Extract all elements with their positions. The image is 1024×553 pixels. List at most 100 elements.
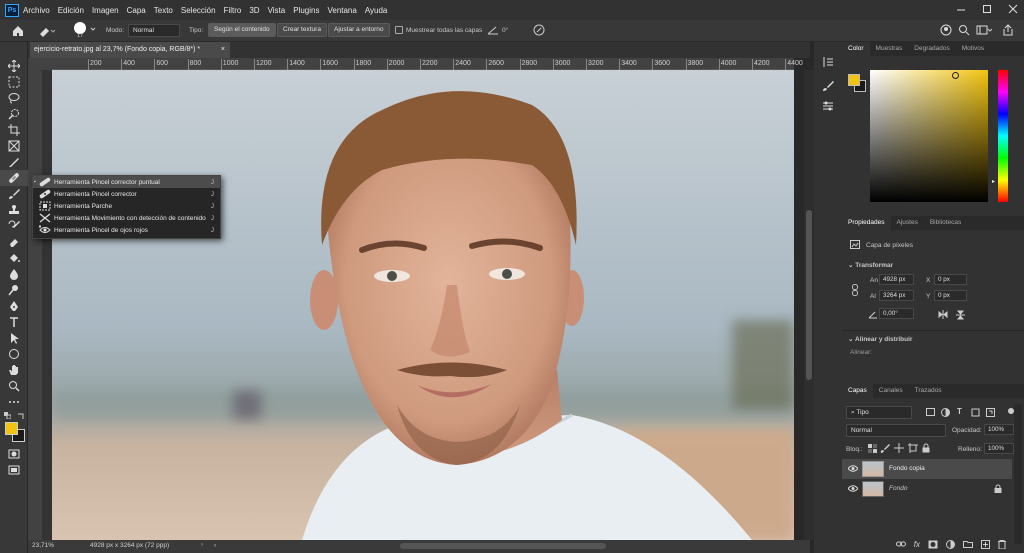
menu-filtro[interactable]: Filtro — [224, 6, 242, 15]
search-icon[interactable] — [958, 24, 970, 36]
create-texture-button[interactable]: Crear textura — [277, 23, 327, 37]
tab-paths[interactable]: Trazados — [909, 384, 948, 398]
hue-slider-marker-icon[interactable]: ▸ — [992, 178, 995, 185]
spot-healing-tool[interactable] — [0, 170, 28, 186]
close-button[interactable] — [1008, 3, 1018, 15]
document-tab[interactable]: ejercicio-retrato.jpg al 23,7% (Fondo co… — [30, 42, 230, 58]
spot-healing-tool-preset-icon[interactable] — [38, 24, 56, 38]
frame-tool[interactable] — [0, 138, 28, 154]
clone-stamp-tool[interactable] — [0, 202, 28, 218]
layer-name[interactable]: Fondo — [889, 485, 907, 492]
flyout-item[interactable]: ▪ Herramienta Pincel corrector puntual J — [33, 176, 220, 188]
flyout-item[interactable]: Herramienta Pincel de ojos rojos J — [33, 224, 220, 236]
menu-archivo[interactable]: Archivo — [23, 6, 50, 15]
dodge-tool[interactable] — [0, 282, 28, 298]
flyout-item[interactable]: Herramienta Parche J — [33, 200, 220, 212]
blur-tool[interactable] — [0, 266, 28, 282]
color-field[interactable] — [870, 70, 988, 202]
paint-bucket-tool[interactable] — [0, 250, 28, 266]
filter-shape-icon[interactable] — [971, 408, 980, 417]
menu-vista[interactable]: Vista — [268, 6, 286, 15]
tab-adjustments[interactable]: Ajustes — [891, 216, 924, 230]
flyout-item[interactable]: Herramienta Pincel corrector J — [33, 188, 220, 200]
content-aware-button[interactable]: Según el contenido — [208, 23, 276, 37]
tab-layers[interactable]: Capas — [842, 384, 873, 398]
layer-filter-select[interactable]: ⌕ Tipo — [846, 406, 912, 419]
visibility-eye-icon[interactable] — [848, 465, 858, 472]
layer-name[interactable]: Fondo copia — [889, 465, 925, 472]
quick-mask-button[interactable] — [0, 446, 28, 462]
minimize-button[interactable] — [956, 3, 966, 15]
lock-position-icon[interactable] — [894, 443, 904, 453]
hand-tool[interactable] — [0, 362, 28, 378]
add-mask-icon[interactable] — [928, 540, 938, 549]
horizontal-scroll-thumb[interactable] — [400, 543, 606, 549]
foreground-color-swatch[interactable] — [5, 422, 18, 435]
visibility-eye-icon[interactable] — [848, 485, 858, 492]
angle-field[interactable]: 0,00° — [879, 308, 914, 319]
marquee-tool[interactable] — [0, 74, 28, 90]
menu-seleccion[interactable]: Selección — [181, 6, 216, 15]
sample-all-layers-checkbox[interactable] — [395, 26, 403, 34]
proximity-match-button[interactable]: Ajustar a entorno — [328, 23, 390, 37]
crop-tool[interactable] — [0, 122, 28, 138]
lasso-tool[interactable] — [0, 90, 28, 106]
status-arrow-icon[interactable]: › — [201, 541, 203, 548]
menu-plugins[interactable]: Plugins — [293, 6, 319, 15]
fill-field[interactable]: 100% — [984, 443, 1014, 454]
layers-scrollbar[interactable] — [1014, 404, 1022, 544]
close-tab-icon[interactable]: × — [221, 42, 225, 58]
workspace-icon[interactable] — [976, 24, 992, 36]
menu-imagen[interactable]: Imagen — [92, 6, 119, 15]
y-field[interactable]: 0 px — [934, 290, 967, 301]
hue-slider[interactable] — [998, 70, 1008, 202]
vertical-scroll-thumb[interactable] — [806, 210, 812, 380]
menu-capa[interactable]: Capa — [127, 6, 146, 15]
pen-tool[interactable] — [0, 298, 28, 314]
tab-swatches[interactable]: Muestras — [870, 42, 909, 56]
account-icon[interactable] — [940, 24, 952, 36]
move-tool[interactable] — [0, 58, 28, 74]
flip-vertical-icon[interactable] — [956, 310, 965, 320]
image-canvas[interactable] — [52, 70, 794, 540]
menu-texto[interactable]: Texto — [154, 6, 173, 15]
eyedropper-tool[interactable] — [0, 154, 28, 170]
mode-select[interactable]: Normal — [128, 24, 180, 37]
brush-size-chevron-icon[interactable] — [90, 26, 96, 32]
menu-edicion[interactable]: Edición — [58, 6, 84, 15]
tab-patterns[interactable]: Motivos — [956, 42, 990, 56]
tab-color[interactable]: Color — [842, 42, 870, 56]
home-icon[interactable] — [12, 25, 24, 37]
delete-layer-icon[interactable] — [998, 539, 1006, 549]
history-brush-tool[interactable] — [0, 218, 28, 234]
height-field[interactable]: 3264 px — [879, 290, 914, 301]
filter-pixel-icon[interactable] — [926, 408, 935, 416]
menu-ventana[interactable]: Ventana — [327, 6, 356, 15]
eraser-tool[interactable] — [0, 234, 28, 250]
tab-gradients[interactable]: Degradados — [908, 42, 955, 56]
filter-type-icon[interactable]: T — [957, 407, 962, 416]
share-icon[interactable] — [1002, 24, 1014, 36]
link-layers-icon[interactable] — [895, 540, 906, 548]
width-field[interactable]: 4928 px — [879, 274, 914, 285]
link-dimensions-icon[interactable] — [852, 284, 858, 296]
lock-artboard-icon[interactable] — [908, 443, 918, 453]
panel-foreground-swatch[interactable] — [848, 74, 860, 86]
angle-value[interactable]: 0° — [502, 27, 508, 34]
default-colors-icon[interactable] — [4, 412, 11, 419]
zoom-level[interactable]: 23,71% — [32, 542, 54, 549]
flip-horizontal-icon[interactable] — [938, 310, 948, 319]
more-tools[interactable] — [0, 394, 28, 410]
align-section[interactable]: ⌄ Alinear y distribuir — [848, 335, 912, 343]
maximize-button[interactable] — [982, 3, 992, 15]
scroll-left-icon[interactable]: ‹ — [214, 542, 216, 549]
brush-settings-icon[interactable] — [822, 80, 834, 92]
color-picker-cursor[interactable] — [952, 72, 959, 79]
layer-row[interactable]: Fondo — [842, 479, 1012, 499]
tab-properties[interactable]: Propiedades — [842, 216, 891, 230]
screen-mode-button[interactable] — [0, 462, 28, 478]
filter-adjustment-icon[interactable] — [941, 408, 950, 417]
layer-row[interactable]: Fondo copia — [842, 459, 1012, 479]
lock-transparent-icon[interactable] — [868, 444, 877, 453]
zoom-tool[interactable] — [0, 378, 28, 394]
